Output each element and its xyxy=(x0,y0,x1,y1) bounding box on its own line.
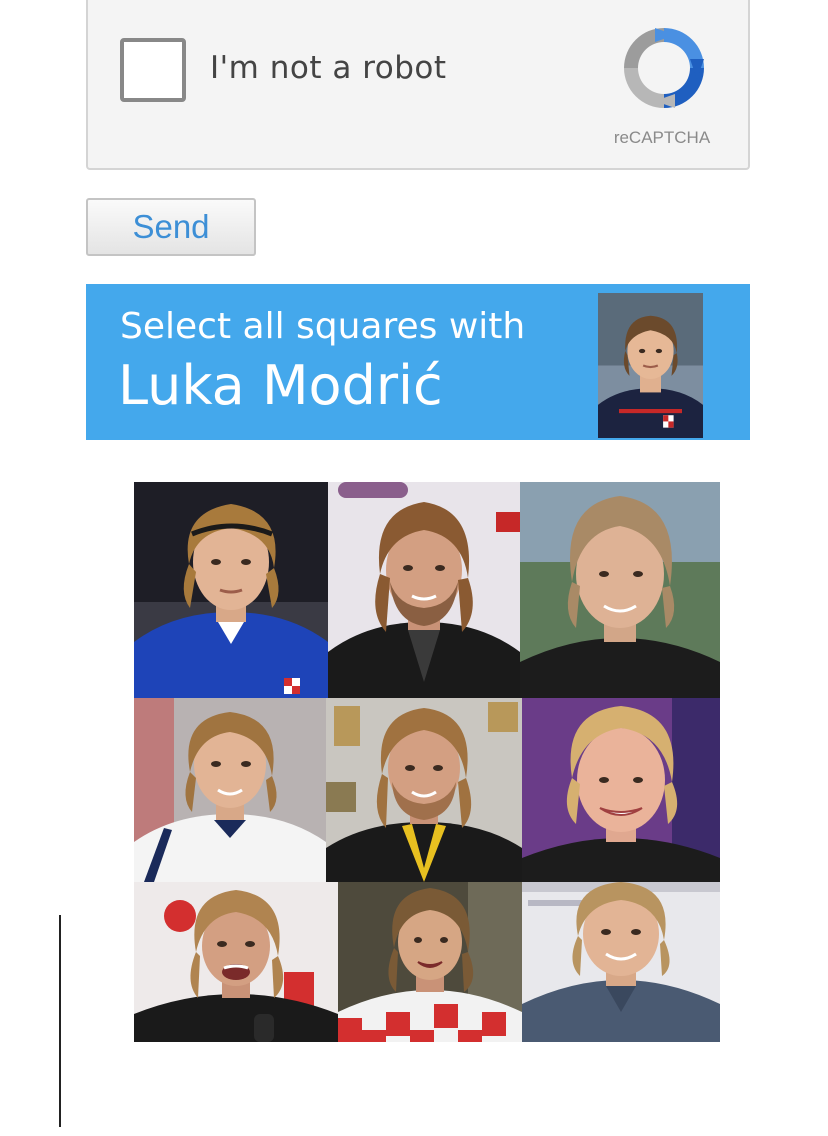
grid-tile-1-2[interactable] xyxy=(328,482,520,698)
grid-tile-3-3[interactable] xyxy=(522,882,720,1042)
margin-line xyxy=(59,915,61,1127)
challenge-instruction: Select all squares with xyxy=(120,306,526,347)
reference-photo xyxy=(598,293,703,438)
grid-tile-2-2[interactable] xyxy=(326,698,522,882)
checkbox-label: I'm not a robot xyxy=(210,50,447,86)
recaptcha-logo-icon xyxy=(620,24,710,114)
send-button[interactable]: Send xyxy=(86,198,256,256)
grid-tile-3-1[interactable] xyxy=(134,882,338,1042)
grid-tile-1-1[interactable] xyxy=(134,482,328,698)
grid-tile-2-1[interactable] xyxy=(134,698,326,882)
not-a-robot-checkbox[interactable] xyxy=(120,38,186,102)
challenge-target-name: Luka Modrić xyxy=(118,354,443,417)
grid-tile-3-2[interactable] xyxy=(338,882,522,1042)
grid-tile-1-3[interactable] xyxy=(520,482,720,698)
image-grid xyxy=(134,482,720,1042)
grid-tile-2-3[interactable] xyxy=(522,698,720,882)
recaptcha-brand-text: reCAPTCHA xyxy=(613,128,711,147)
